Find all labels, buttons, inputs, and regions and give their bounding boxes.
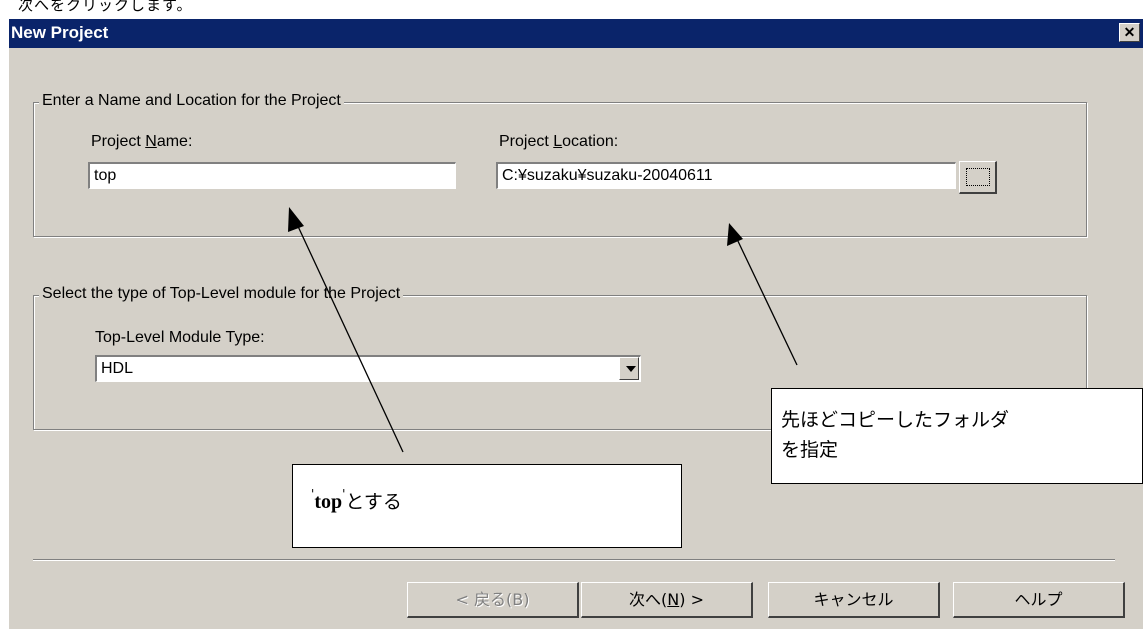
location-arrow-line (735, 236, 798, 366)
name-arrowhead-icon (288, 207, 304, 232)
name-note-callout: 'top'とする (292, 464, 682, 548)
location-arrowhead-icon (727, 223, 743, 246)
name-arrow-line (295, 221, 404, 453)
location-note-callout: 先ほどコピーしたフォルダ を指定 (771, 388, 1143, 484)
